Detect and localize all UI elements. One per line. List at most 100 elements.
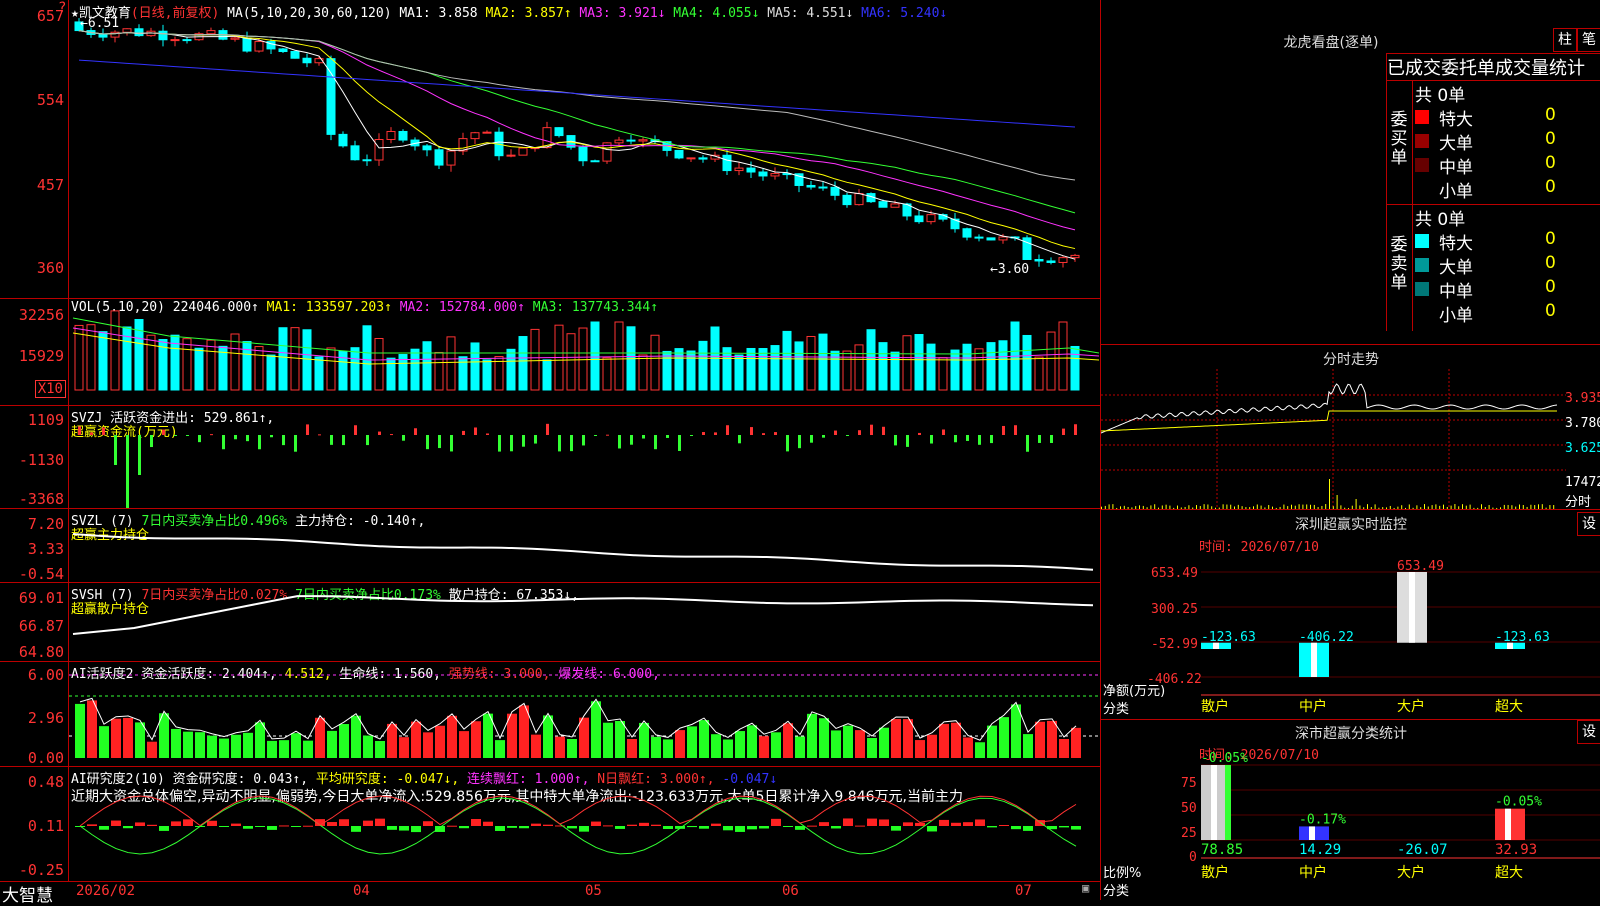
candle-body [638,139,648,142]
volume-bar [950,349,960,391]
research-bar [1059,826,1069,828]
research-bar [819,822,829,826]
order-row: 中单00% [1415,153,1600,178]
research-bar [903,822,913,826]
order-color-swatch [1415,158,1429,172]
order-count: 0 [1545,153,1556,173]
ai-research-panel[interactable]: 0.48 0.11 -0.25 AI研究度2(10) 资金研究度: 0.043↑… [0,766,1100,882]
flow-bar [666,435,669,438]
svsh-panel[interactable]: 69.01 66.87 64.80 SVSH (7) 7日内买卖净占比0.027… [0,582,1100,662]
net-bar-highlight [1409,572,1415,643]
flow-bar [822,435,825,438]
flow-bar [942,429,945,435]
bar-mode-button[interactable]: 柱 [1553,28,1577,52]
order-color-swatch [1415,234,1429,248]
volume-bar [206,339,216,391]
menu-icon[interactable]: ? [58,0,66,16]
flow-bar [222,435,225,450]
svzj-panel[interactable]: 1109 -1130 -3368 SVZJ 活跃资金进出: 529.861↑, … [0,405,1100,509]
intraday-panel[interactable]: 分时走势 3.935 3.780 3.625 17472 分时 [1101,345,1600,510]
ratio-bar-highlight [1505,808,1511,840]
candle-body [338,133,348,147]
intraday-volume-bar [1226,504,1228,509]
volume-panel[interactable]: 32256 15929 X10 VOL(5,10,20) 224046.000↑… [0,298,1100,406]
flow-bar [690,435,693,437]
kline-y-axis: 657 554 457 360 [0,0,69,298]
sz-realtime-panel[interactable]: 深圳超赢实时监控 设 时间: 2026/07/10 653.49 300.25 … [1101,510,1600,720]
svzj-chart[interactable] [69,405,1099,508]
intraday-chart[interactable] [1101,369,1566,509]
kline-chart[interactable] [69,0,1099,298]
y-tick: 0.11 [27,817,64,835]
research-bar [303,825,313,827]
research-bar [399,826,409,831]
sz-realtime-chart[interactable]: -123.63 散户 -406.22 中户 653.49 大户 -123.63 超大 [1201,510,1600,719]
svzl-chart[interactable] [69,508,1099,582]
order-row: 小单00% [1415,177,1600,202]
intraday-volume-bar [1454,504,1456,509]
flow-bar [642,435,645,439]
intraday-volume-unit: 分时 [1565,495,1592,510]
intraday-volume-bar [1177,505,1178,509]
research-bar [927,826,937,832]
research-bar [831,826,841,829]
candle-body [158,30,168,41]
lock-icon[interactable]: ▣ [1082,881,1089,895]
ai-activity-chart[interactable] [69,661,1099,766]
intraday-volume-bar [1313,504,1315,509]
kline-panel[interactable]: 657 554 457 360 ? ★凯文教育(日线,前复权) MA(5,10,… [0,0,1100,299]
volume-bar [758,348,768,391]
activity-bar [987,725,997,758]
research-bar [891,826,901,831]
ai-activity-panel[interactable]: 6.00 2.96 0.00 AI活跃度2 资金活跃度: 2.404↑, 4.5… [0,661,1100,767]
flow-bar [558,435,561,452]
svzl-panel[interactable]: 7.20 3.33 -0.54 SVZL (7) 7日内买卖净占比0.496% … [0,508,1100,583]
category-label: 超大 [1495,865,1523,881]
activity-bar [687,726,697,758]
candle-body [878,201,888,208]
research-bar [183,819,193,826]
activity-bar [699,720,709,758]
ai-research-chart[interactable] [69,766,1099,881]
volume-bar [698,340,708,391]
candle-body [482,131,492,134]
intraday-volume-bar [1207,504,1209,509]
order-row: 特大00% [1415,229,1600,254]
flow-bar [510,435,513,452]
research-bar [1071,826,1081,830]
y-tick: 7.20 [27,515,64,533]
candle-body [1058,257,1068,263]
activity-bar [543,715,553,758]
volume-chart[interactable] [69,298,1099,405]
activity-bar [255,722,265,758]
volume-bar [662,350,672,391]
ratio-change-label: -0.17% [1299,812,1346,827]
low-price-note: ←3.60 [990,262,1030,277]
sz-class-panel[interactable]: 深市超赢分类统计 设 时间: 2026/07/10 75 50 25 0 比例%… [1101,720,1600,900]
order-count: 0 [1545,277,1556,297]
activity-bar [591,701,601,758]
research-bar [591,821,601,826]
activity-bar [675,730,685,758]
y-tick: 66.87 [18,617,64,635]
svsh-chart[interactable] [69,582,1099,661]
activity-bar [1023,734,1033,758]
intraday-volume-bar [1481,504,1482,509]
flow-bar [198,435,201,443]
candle-body [134,28,144,37]
research-bar [375,818,385,826]
flow-bar [498,435,501,452]
flow-bar [78,426,81,435]
activity-bar [795,736,805,758]
category-label: 散户 [1201,698,1229,715]
volume-bar [818,333,828,391]
svzl-line [72,533,1094,571]
flow-bar [186,435,189,436]
flow-bar [366,435,369,446]
volume-bar [518,336,528,391]
sz-class-chart[interactable]: -0.05% 78.85 散户 -0.17% 14.29 中户 -26.07 大户 -0.05%… [1201,720,1600,900]
flow-bar [474,427,477,435]
tick-mode-button[interactable]: 笔 [1577,28,1600,52]
volume-bar [410,348,420,391]
research-bar [219,826,229,827]
